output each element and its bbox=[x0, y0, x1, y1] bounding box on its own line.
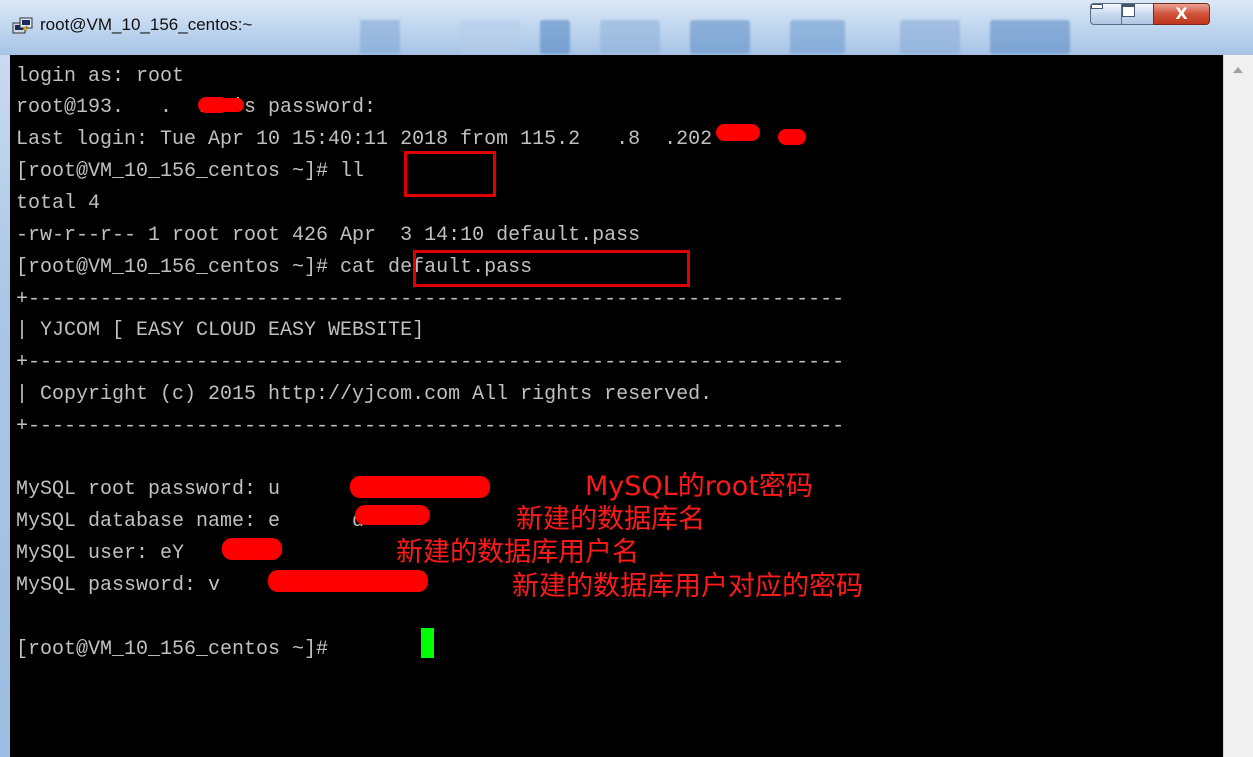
terminal-line: MySQL user: eY bbox=[16, 542, 185, 565]
redaction-mark bbox=[778, 129, 806, 145]
blurred-background bbox=[790, 20, 845, 54]
annotation-database-name: 新建的数据库名 bbox=[516, 504, 705, 535]
terminal-line: | YJCOM [ EASY CLOUD EASY WEBSITE] bbox=[16, 319, 425, 342]
terminal-line: -rw-r--r-- 1 root root 426 Apr 3 14:10 d… bbox=[16, 224, 641, 247]
close-button[interactable]: X bbox=[1153, 3, 1210, 25]
redaction-mark bbox=[355, 505, 430, 525]
command-highlight-box bbox=[413, 250, 690, 287]
terminal-line: +---------------------------------------… bbox=[16, 288, 845, 311]
terminal-line: Last login: Tue Apr 10 15:40:11 2018 fro… bbox=[16, 128, 713, 151]
window-title: root@VM_10_156_centos:~ bbox=[40, 15, 253, 34]
terminal-line: [root@VM_10_156_centos ~]# bbox=[16, 638, 341, 661]
redaction-mark bbox=[268, 570, 428, 592]
terminal-line: MySQL password: v bbox=[16, 574, 221, 597]
annotation-user: 新建的数据库用户名 bbox=[396, 537, 639, 568]
blurred-background bbox=[900, 20, 960, 54]
scroll-up-arrow-icon[interactable] bbox=[1233, 67, 1243, 73]
minimize-icon bbox=[1091, 4, 1103, 9]
redaction-mark bbox=[350, 476, 490, 498]
redaction-mark bbox=[716, 124, 760, 141]
blurred-background bbox=[690, 20, 750, 54]
annotation-root-password: MySQL的root密码 bbox=[585, 471, 813, 502]
blurred-background bbox=[990, 20, 1070, 54]
terminal-line: | Copyright (c) 2015 http://yjcom.com Al… bbox=[16, 383, 713, 406]
blurred-background bbox=[360, 20, 400, 54]
title-bar[interactable]: root@VM_10_156_centos:~ X bbox=[0, 0, 1253, 55]
terminal-line: login as: root bbox=[16, 65, 185, 88]
redaction-mark bbox=[222, 538, 282, 560]
putty-window: root@VM_10_156_centos:~ X login as: root… bbox=[0, 0, 1253, 757]
vertical-scrollbar[interactable] bbox=[1223, 55, 1253, 757]
command-highlight-box bbox=[404, 151, 496, 197]
putty-app-icon bbox=[12, 17, 33, 34]
redaction-mark bbox=[218, 98, 244, 112]
maximize-button[interactable] bbox=[1121, 3, 1154, 25]
terminal-cursor bbox=[421, 628, 434, 658]
terminal-line: +---------------------------------------… bbox=[16, 415, 845, 438]
terminal-line: MySQL database name: e d bbox=[16, 510, 365, 533]
terminal-line: root@193. . .60's password: bbox=[16, 96, 377, 119]
blurred-background bbox=[460, 20, 520, 54]
terminal-line: total 4 bbox=[16, 192, 101, 215]
terminal-line: [root@VM_10_156_centos ~]# ll bbox=[16, 160, 365, 183]
minimize-button[interactable] bbox=[1090, 3, 1122, 25]
annotation-password: 新建的数据库用户对应的密码 bbox=[512, 571, 863, 602]
terminal-line: +---------------------------------------… bbox=[16, 351, 845, 374]
blurred-background bbox=[540, 20, 570, 54]
terminal-screen[interactable]: login as: root root@193. . .60's passwor… bbox=[10, 55, 1223, 757]
close-icon: X bbox=[1175, 4, 1188, 23]
blurred-background bbox=[600, 20, 660, 54]
maximize-icon bbox=[1122, 4, 1135, 17]
